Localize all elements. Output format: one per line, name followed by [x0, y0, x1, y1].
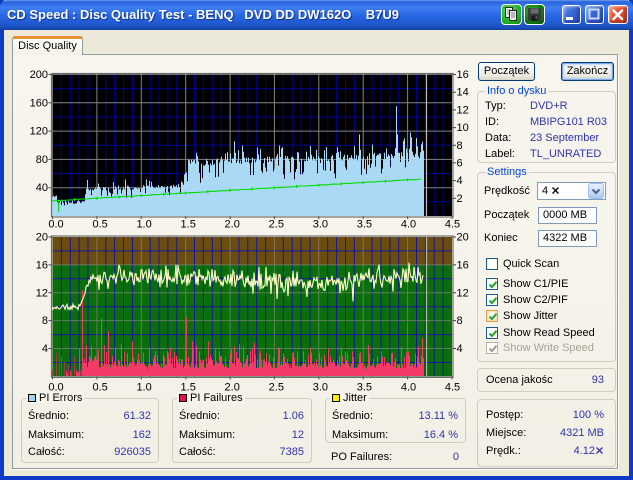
svg-text:16: 16	[457, 259, 469, 271]
svg-text:2.5: 2.5	[269, 382, 284, 394]
svg-text:2.5: 2.5	[269, 219, 284, 231]
svg-text:0.5: 0.5	[92, 219, 107, 231]
svg-text:4: 4	[457, 175, 463, 187]
svg-text:0.5: 0.5	[92, 382, 107, 394]
svg-text:6: 6	[457, 157, 463, 169]
svg-text:1.0: 1.0	[136, 219, 151, 231]
svg-text:4.5: 4.5	[445, 382, 460, 394]
svg-text:8: 8	[457, 140, 463, 152]
svg-text:4.5: 4.5	[445, 219, 460, 231]
svg-text:40: 40	[36, 182, 48, 194]
svg-text:12: 12	[36, 287, 48, 299]
svg-text:8: 8	[457, 315, 463, 327]
svg-text:8: 8	[42, 315, 48, 327]
svg-text:3.0: 3.0	[313, 382, 328, 394]
svg-text:80: 80	[36, 154, 48, 166]
svg-text:4: 4	[42, 343, 48, 355]
svg-text:20: 20	[457, 232, 469, 244]
svg-text:0.0: 0.0	[48, 219, 63, 231]
svg-text:4.0: 4.0	[401, 219, 416, 231]
svg-text:12: 12	[457, 104, 469, 116]
svg-text:20: 20	[36, 232, 48, 244]
svg-text:4.0: 4.0	[401, 382, 416, 394]
svg-text:16: 16	[36, 259, 48, 271]
svg-text:16: 16	[457, 69, 469, 81]
svg-text:2.0: 2.0	[225, 219, 240, 231]
svg-text:1.0: 1.0	[136, 382, 151, 394]
svg-text:3.0: 3.0	[313, 219, 328, 231]
svg-text:120: 120	[30, 126, 48, 138]
svg-text:160: 160	[30, 97, 48, 109]
svg-text:12: 12	[457, 287, 469, 299]
svg-text:2: 2	[457, 193, 463, 205]
svg-text:4: 4	[457, 343, 463, 355]
svg-text:200: 200	[30, 69, 48, 81]
svg-text:14: 14	[457, 87, 469, 99]
svg-text:3.5: 3.5	[357, 219, 372, 231]
svg-text:10: 10	[457, 122, 469, 134]
svg-text:1.5: 1.5	[181, 219, 196, 231]
